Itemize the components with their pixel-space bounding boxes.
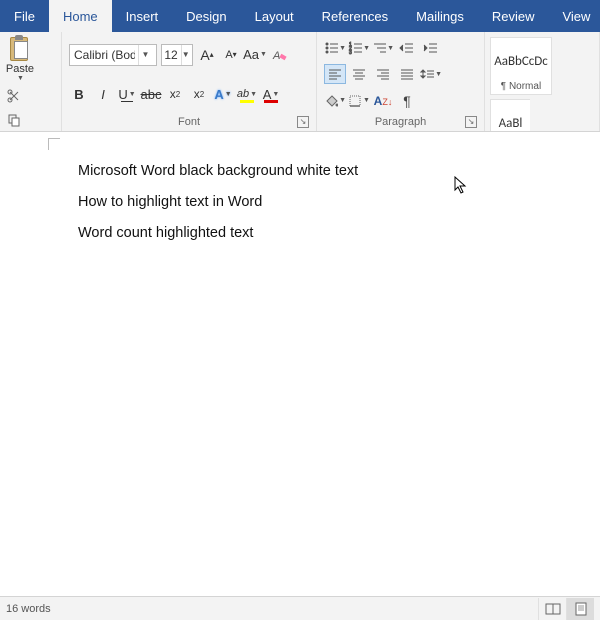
tab-references[interactable]: References xyxy=(308,0,402,32)
justify-icon xyxy=(400,68,414,80)
tab-file[interactable]: File xyxy=(0,0,49,32)
chevron-down-icon: ▼ xyxy=(138,45,152,65)
paste-icon xyxy=(8,35,32,63)
decrease-indent-button[interactable] xyxy=(396,38,418,58)
font-launcher-icon[interactable]: ↘ xyxy=(297,116,309,128)
group-label-paragraph: Paragraph ↘ xyxy=(322,114,479,131)
highlight-icon: ab xyxy=(237,88,249,100)
line-spacing-button[interactable]: ▼ xyxy=(420,64,442,84)
tab-layout[interactable]: Layout xyxy=(241,0,308,32)
ribbon: Paste ▼ lipboard ↘ xyxy=(0,32,600,132)
print-layout-button[interactable] xyxy=(566,598,594,620)
numbering-icon: 123 xyxy=(348,41,362,55)
copy-icon xyxy=(7,113,21,127)
tab-view[interactable]: View xyxy=(548,0,600,32)
svg-text:3: 3 xyxy=(349,50,352,55)
pilcrow-icon: ¶ xyxy=(403,93,411,109)
increase-indent-button[interactable] xyxy=(420,38,442,58)
group-clipboard: Paste ▼ lipboard ↘ xyxy=(0,32,62,131)
align-right-button[interactable] xyxy=(372,64,394,84)
align-right-icon xyxy=(376,68,390,80)
numbering-button[interactable]: 123▼ xyxy=(348,38,370,58)
doc-line[interactable]: Microsoft Word black background white te… xyxy=(78,156,358,186)
bold-button[interactable]: B xyxy=(69,83,89,105)
copy-button[interactable] xyxy=(5,111,23,129)
strikethrough-button[interactable]: abc xyxy=(141,83,161,105)
clear-format-icon: A xyxy=(271,47,287,63)
doc-line[interactable]: How to highlight text in Word xyxy=(78,187,358,217)
shading-button[interactable]: ▼ xyxy=(324,91,346,111)
ribbon-tabs: File Home Insert Design Layout Reference… xyxy=(0,0,600,32)
chevron-down-icon: ▼ xyxy=(17,75,24,82)
align-left-button[interactable] xyxy=(324,64,346,84)
bullets-button[interactable]: ▼ xyxy=(324,38,346,58)
align-center-button[interactable] xyxy=(348,64,370,84)
borders-button[interactable]: ▼ xyxy=(348,91,370,111)
paint-bucket-icon xyxy=(324,94,338,108)
style-tile-nospacing[interactable]: AaBl ¶ No xyxy=(490,99,530,131)
style-name: ¶ Normal xyxy=(501,81,541,94)
paragraph-launcher-icon[interactable]: ↘ xyxy=(465,116,477,128)
highlight-color-button[interactable]: ab ▼ xyxy=(237,83,257,105)
align-center-icon xyxy=(352,68,366,80)
page-corner xyxy=(48,138,60,150)
read-mode-icon xyxy=(545,603,561,615)
font-color-button[interactable]: A ▼ xyxy=(261,83,281,105)
paste-button[interactable]: Paste ▼ xyxy=(5,35,35,82)
indent-icon xyxy=(423,41,439,55)
group-font: Calibri (Body) ▼ 12 ▼ A▴ A▾ Aa▼ A B I U▼… xyxy=(62,32,317,131)
group-label-font: Font ↘ xyxy=(67,114,311,131)
tab-design[interactable]: Design xyxy=(172,0,240,32)
change-case-button[interactable]: Aa▼ xyxy=(245,44,265,66)
superscript-button[interactable]: x2 xyxy=(189,83,209,105)
underline-button[interactable]: U▼ xyxy=(117,83,137,105)
tab-review[interactable]: Review xyxy=(478,0,549,32)
mouse-cursor-icon xyxy=(454,176,468,199)
show-hide-button[interactable]: ¶ xyxy=(396,91,418,111)
svg-text:A: A xyxy=(272,50,280,62)
print-layout-icon xyxy=(574,602,588,616)
sort-icon: AZ↓ xyxy=(374,94,393,108)
tab-mailings[interactable]: Mailings xyxy=(402,0,478,32)
group-styles: AaBbCcDc ¶ Normal AaBl ¶ No St xyxy=(485,32,600,131)
align-left-icon xyxy=(328,68,342,80)
outdent-icon xyxy=(399,41,415,55)
bullets-icon xyxy=(324,41,338,55)
decrease-font-size-button[interactable]: A▾ xyxy=(221,44,241,66)
font-name-dropdown[interactable]: Calibri (Body) ▼ xyxy=(69,44,157,66)
word-count[interactable]: 16 words xyxy=(6,603,51,615)
style-sample: AaBl xyxy=(499,104,523,131)
font-size-dropdown[interactable]: 12 ▼ xyxy=(161,44,193,66)
clear-formatting-button[interactable]: A xyxy=(269,44,289,66)
multilevel-list-button[interactable]: ▼ xyxy=(372,38,394,58)
tab-insert[interactable]: Insert xyxy=(112,0,173,32)
chevron-down-icon: ▼ xyxy=(181,45,190,65)
italic-button[interactable]: I xyxy=(93,83,113,105)
status-bar: 16 words xyxy=(0,596,600,620)
paste-label: Paste xyxy=(6,63,34,75)
text-effects-button[interactable]: A▼ xyxy=(213,83,233,105)
line-spacing-icon xyxy=(420,68,434,80)
document-area[interactable]: Microsoft Word black background white te… xyxy=(0,132,600,596)
doc-line[interactable]: Word count highlighted text xyxy=(78,218,358,248)
sort-button[interactable]: AZ↓ xyxy=(372,91,394,111)
multilevel-icon xyxy=(372,41,386,55)
scissors-icon xyxy=(7,89,21,103)
tab-home[interactable]: Home xyxy=(49,0,112,32)
style-sample: AaBbCcDc xyxy=(494,42,548,81)
cut-button[interactable] xyxy=(5,87,23,105)
group-paragraph: ▼ 123▼ ▼ xyxy=(317,32,485,131)
style-tile-normal[interactable]: AaBbCcDc ¶ Normal xyxy=(490,37,552,95)
document-text[interactable]: Microsoft Word black background white te… xyxy=(78,156,358,249)
increase-font-size-button[interactable]: A▴ xyxy=(197,44,217,66)
read-mode-button[interactable] xyxy=(538,598,566,620)
justify-button[interactable] xyxy=(396,64,418,84)
subscript-button[interactable]: x2 xyxy=(165,83,185,105)
borders-icon xyxy=(348,94,362,108)
